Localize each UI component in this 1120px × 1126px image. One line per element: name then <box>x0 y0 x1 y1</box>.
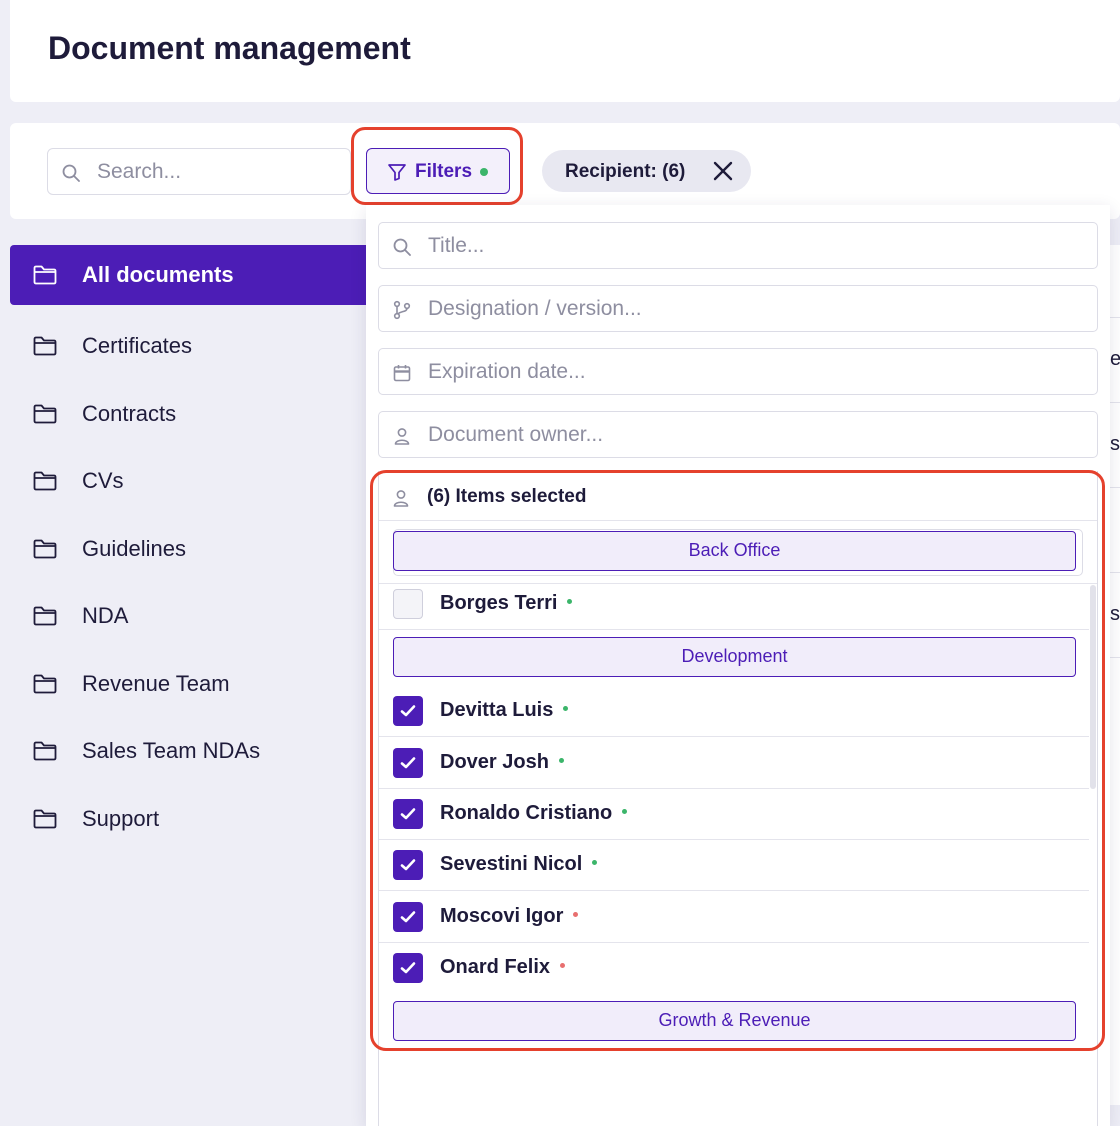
user-icon <box>393 490 409 507</box>
recipient-name: Moscovi Igor <box>440 905 579 928</box>
page-header: Document management <box>10 0 1120 102</box>
recipient-name: Borges Terri <box>440 592 573 615</box>
check-icon <box>400 757 416 769</box>
sidebar-item[interactable]: Guidelines <box>10 515 370 583</box>
status-dot <box>563 706 569 712</box>
sidebar-item[interactable]: CVs <box>10 448 370 516</box>
folder-icon <box>33 471 57 491</box>
recipient-group-header[interactable]: Development <box>393 637 1076 677</box>
recipient-group-header[interactable]: Back Office <box>393 531 1076 571</box>
git-branch-icon <box>393 300 411 320</box>
table-cell-fragment: e <box>1110 348 1120 370</box>
filters-button[interactable]: Filters <box>366 148 510 194</box>
recipient-name: Dover Josh <box>440 751 564 774</box>
title-filter-placeholder: Title... <box>428 234 485 257</box>
user-icon <box>394 428 410 445</box>
search-input[interactable]: Search... <box>47 148 351 195</box>
recipient-name: Onard Felix <box>440 956 566 979</box>
folder-icon <box>33 674 57 694</box>
recipient-checkbox[interactable] <box>393 850 423 880</box>
folder-icon <box>33 741 57 761</box>
sidebar-item-label: Contracts <box>82 400 177 426</box>
title-filter-input[interactable]: Title... <box>378 222 1098 269</box>
sidebar: All documents Certificates Contracts CVs Gui… <box>10 245 370 853</box>
recipient-name: Devitta Luis <box>440 699 569 722</box>
folder-icon <box>33 539 57 559</box>
sidebar-item[interactable]: Revenue Team <box>10 650 370 718</box>
filter-icon <box>388 164 406 181</box>
close-icon[interactable] <box>712 160 734 182</box>
sidebar-item-label: Revenue Team <box>82 670 230 696</box>
expiration-date-filter-input[interactable]: Expiration date... <box>378 348 1098 395</box>
recipient-filter-chip[interactable]: Recipient: (6) <box>542 150 751 192</box>
recipient-option[interactable]: Sevestini Nicol <box>379 840 1089 891</box>
check-icon <box>400 911 416 923</box>
sidebar-item-label: Sales Team NDAs <box>82 738 261 764</box>
status-dot <box>592 860 598 866</box>
expiration-date-placeholder: Expiration date... <box>428 360 586 383</box>
recipient-checkbox[interactable] <box>393 748 423 778</box>
recipient-chip-label: Recipient: (6) <box>565 161 686 182</box>
sidebar-item[interactable]: All documents <box>10 245 370 305</box>
filters-active-dot <box>480 168 488 176</box>
designation-filter-placeholder: Designation / version... <box>428 297 642 320</box>
sidebar-item-label: CVs <box>82 468 124 494</box>
recipient-option[interactable]: Moscovi Igor <box>379 892 1089 943</box>
recipient-checkbox[interactable] <box>393 953 423 983</box>
recipient-option[interactable]: Onard Felix <box>379 943 1089 994</box>
sidebar-item-label: Guidelines <box>82 535 186 561</box>
search-icon <box>393 238 411 256</box>
sidebar-item[interactable]: Support <box>10 785 370 853</box>
recipient-checkbox[interactable] <box>393 799 423 829</box>
recipient-checkbox[interactable] <box>393 696 423 726</box>
page-title: Document management <box>48 30 411 66</box>
document-owner-filter-input[interactable]: Document owner... <box>378 411 1098 458</box>
filters-dropdown: Title... Designation / version... Expira… <box>366 205 1110 1126</box>
status-dot <box>567 599 573 605</box>
recipient-group-header[interactable]: Growth & Revenue <box>393 1001 1076 1041</box>
recipient-name: Sevestini Nicol <box>440 853 598 876</box>
folder-icon <box>33 404 57 424</box>
recipient-multiselect-header[interactable]: (6) Items selected <box>379 471 1097 521</box>
items-selected-summary: (6) Items selected <box>427 486 587 507</box>
folder-icon <box>33 336 57 356</box>
calendar-icon <box>393 365 411 382</box>
designation-filter-input[interactable]: Designation / version... <box>378 285 1098 332</box>
check-icon <box>400 859 416 871</box>
recipient-name: Ronaldo Cristiano <box>440 802 628 825</box>
folder-icon <box>33 809 57 829</box>
sidebar-item-label: NDA <box>82 603 129 629</box>
check-icon <box>400 962 416 974</box>
filters-label: Filters <box>415 161 473 182</box>
recipient-list-scrollbar[interactable] <box>1090 585 1096 789</box>
folder-icon <box>33 265 57 285</box>
sidebar-item-label: Certificates <box>82 333 193 359</box>
sidebar-item[interactable]: Certificates <box>10 313 370 381</box>
search-icon <box>62 164 80 182</box>
recipient-option[interactable]: Borges Terri <box>379 579 1089 630</box>
check-icon <box>400 705 416 717</box>
recipient-option[interactable]: Devitta Luis <box>379 686 1089 737</box>
status-dot <box>573 912 579 918</box>
status-dot <box>558 758 564 764</box>
sidebar-item[interactable]: NDA <box>10 583 370 651</box>
status-dot <box>560 963 566 969</box>
table-cell-fragment: s <box>1110 433 1120 455</box>
search-placeholder: Search... <box>97 160 182 183</box>
document-owner-placeholder: Document owner... <box>428 423 604 446</box>
recipient-checkbox[interactable] <box>393 902 423 932</box>
sidebar-item[interactable]: Contracts <box>10 380 370 448</box>
recipient-multiselect: (6) Items selected Back Office Borges Ter… <box>378 471 1098 1126</box>
table-cell-fragment: s <box>1110 603 1120 625</box>
folder-icon <box>33 606 57 626</box>
sidebar-item[interactable]: Sales Team NDAs <box>10 718 370 786</box>
status-dot <box>622 809 628 815</box>
recipient-option[interactable]: Dover Josh <box>379 738 1089 789</box>
check-icon <box>400 808 416 820</box>
recipient-option[interactable]: Ronaldo Cristiano <box>379 789 1089 840</box>
sidebar-item-label: All documents <box>82 262 234 287</box>
recipient-checkbox[interactable] <box>393 589 423 619</box>
sidebar-item-label: Support <box>82 805 160 831</box>
